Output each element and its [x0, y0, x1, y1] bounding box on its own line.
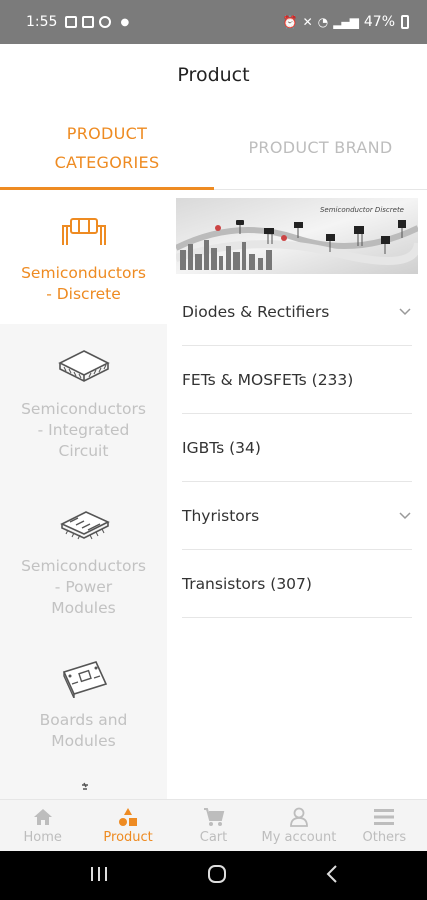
alarm-icon: ⏰: [282, 15, 298, 29]
home-circle-icon: [207, 864, 226, 883]
tab-product-categories-label: PRODUCT CATEGORIES: [54, 123, 160, 172]
battery-icon: [401, 15, 409, 29]
subcategory-panel: Semiconductor Discrete Diodes & Rectifie…: [167, 190, 427, 799]
home-icon: [33, 807, 53, 827]
shield-notification-icon: [99, 16, 112, 28]
back-button[interactable]: [326, 864, 338, 887]
status-bar: 1:55 ● ⏰ ✕ ◔ ▂▄▆ 47%: [0, 0, 427, 44]
chevron-down-icon[interactable]: [398, 305, 412, 319]
category-banner: Semiconductor Discrete: [176, 198, 418, 274]
sidebar-item-semiconductors-power-modules[interactable]: Semiconductors - Power Modules: [0, 482, 167, 638]
banner-caption: Semiconductor Discrete: [319, 206, 404, 214]
more-notifications-icon: ●: [120, 16, 130, 28]
page-title: Product: [177, 64, 250, 86]
sidebar-item-boards-and-modules[interactable]: Boards and Modules: [0, 638, 167, 770]
list-item-diodes-rectifiers[interactable]: Diodes & Rectifiers: [182, 278, 412, 346]
sidebar-item-semiconductors-discrete[interactable]: Semiconductors - Discrete: [0, 190, 167, 324]
list-item-thyristors[interactable]: Thyristors: [182, 482, 412, 550]
list-item-igbts[interactable]: IGBTs (34): [182, 414, 412, 482]
home-system-button[interactable]: [207, 864, 227, 888]
cart-icon: [203, 807, 225, 827]
status-notification-icons: ●: [65, 16, 129, 28]
back-arrow-icon: [326, 864, 337, 883]
system-nav-bar: [0, 851, 427, 900]
menu-icon: [374, 807, 395, 827]
app-notification-icon: [82, 16, 95, 28]
nav-cart[interactable]: Cart: [171, 800, 256, 851]
list-item-transistors[interactable]: Transistors (307): [182, 550, 412, 618]
discrete-chip-icon: [54, 209, 114, 253]
sidebar-item-partial[interactable]: [0, 770, 167, 799]
ic-chip-icon: [54, 345, 114, 389]
mute-icon: ✕: [302, 15, 313, 29]
category-sidebar: Semiconductors - Discrete Semiconductors…: [0, 190, 167, 799]
tab-bar: PRODUCT CATEGORIES PRODUCT BRAND: [0, 106, 427, 190]
nav-product[interactable]: Product: [85, 800, 170, 851]
nav-my-account[interactable]: My account: [256, 800, 341, 851]
nav-home[interactable]: Home: [0, 800, 85, 851]
tab-product-brand-label: PRODUCT BRAND: [248, 138, 393, 157]
recent-apps-icon: [90, 866, 107, 881]
account-icon: [289, 807, 309, 827]
signal-icon: ▂▄▆: [333, 15, 359, 29]
wifi-icon: ◔: [317, 15, 329, 29]
bottom-nav: Home Product Cart My account Others: [0, 799, 427, 851]
status-system-icons: ⏰ ✕ ◔ ▂▄▆ 47%: [283, 14, 409, 30]
battery-percent: 47%: [363, 14, 395, 30]
partial-icon: [74, 778, 94, 799]
list-item-fets-mosfets[interactable]: FETs & MOSFETs (233): [182, 346, 412, 414]
chevron-down-icon[interactable]: [398, 509, 412, 523]
product-icon: [117, 807, 139, 827]
nav-others[interactable]: Others: [342, 800, 427, 851]
gallery-notification-icon: [65, 16, 78, 28]
status-time: 1:55: [26, 14, 58, 30]
tab-product-brand[interactable]: PRODUCT BRAND: [214, 106, 427, 189]
power-module-icon: [54, 502, 114, 546]
sidebar-item-semiconductors-ic[interactable]: Semiconductors - Integrated Circuit: [0, 324, 167, 482]
recent-apps-button[interactable]: [90, 866, 108, 886]
subcategory-list: Diodes & Rectifiers FETs & MOSFETs (233)…: [182, 278, 412, 618]
app-header: Product: [0, 44, 427, 106]
board-icon: [54, 656, 114, 700]
tab-product-categories[interactable]: PRODUCT CATEGORIES: [0, 106, 214, 190]
